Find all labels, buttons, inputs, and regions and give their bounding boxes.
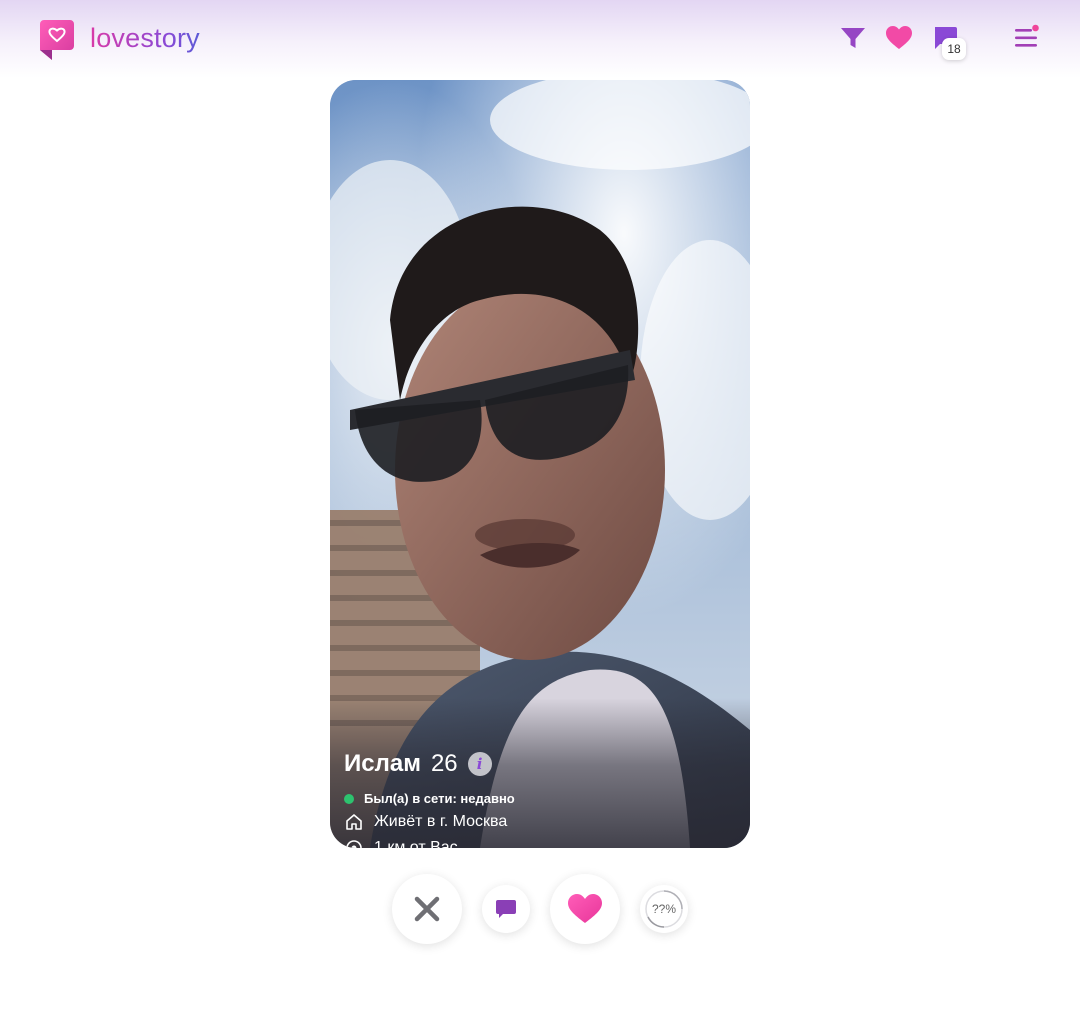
logo[interactable]: lovestory — [40, 20, 200, 60]
filter-icon[interactable] — [838, 22, 868, 54]
name-row: Ислам 26 i — [344, 750, 492, 778]
location-row: Живёт в г. Москва — [344, 812, 507, 832]
online-status: Был(а) в сети: недавно — [344, 791, 515, 806]
info-icon[interactable]: i — [467, 752, 492, 776]
status-text: Был(а) в сети: недавно — [364, 791, 515, 806]
distance-row: 1 км от Вас — [344, 838, 458, 848]
brand-name: lovestory — [90, 23, 200, 53]
likes-heart-icon[interactable] — [884, 22, 914, 54]
close-icon — [414, 896, 440, 922]
chat-icon — [496, 900, 516, 918]
profile-card[interactable]: Ислам 26 i Был(а) в сети: недавно Живёт … — [330, 80, 750, 848]
action-bar: ??% — [0, 872, 1080, 946]
home-icon — [346, 814, 362, 830]
top-bar: lovestory 18 — [0, 0, 1080, 78]
messages-badge: 18 — [942, 38, 966, 60]
distance-text: 1 км от Вас — [374, 839, 458, 848]
online-dot-icon — [344, 793, 354, 804]
messages-button[interactable]: 18 — [930, 22, 966, 60]
profile-age: 26 — [430, 750, 458, 777]
compatibility-ring-icon — [645, 890, 683, 928]
profile-name: Ислам — [344, 750, 421, 777]
location-text: Живёт в г. Москва — [374, 813, 508, 830]
menu-icon[interactable] — [1012, 22, 1042, 54]
location-pin-icon — [346, 840, 362, 848]
heart-icon — [568, 894, 602, 923]
like-button[interactable] — [550, 874, 620, 944]
logo-heart-icon — [40, 20, 74, 60]
compatibility-button[interactable]: ??% — [640, 885, 688, 933]
message-button[interactable] — [482, 885, 530, 933]
skip-button[interactable] — [392, 874, 462, 944]
